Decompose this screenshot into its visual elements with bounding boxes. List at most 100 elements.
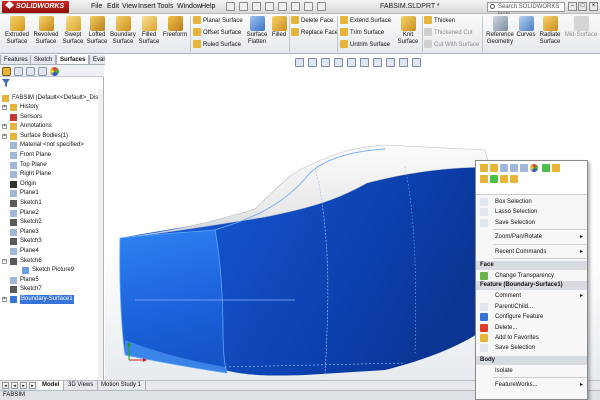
knit-surface-button[interactable]: Knit Surface	[396, 16, 420, 46]
trim-surface-button[interactable]: Trim Surface	[340, 28, 384, 38]
normal-to-icon[interactable]	[542, 164, 550, 172]
radiate-surface-button[interactable]: Radiate Surface	[537, 16, 563, 46]
tab-sketch[interactable]: Sketch	[30, 55, 57, 65]
tree-item-right-plane[interactable]: Right Plane	[0, 170, 98, 179]
menu-item-box-selection[interactable]: Box Selection	[476, 197, 587, 207]
restore-button[interactable]: □	[578, 2, 587, 11]
tree-item-plane2[interactable]: Plane2	[0, 209, 98, 218]
menu-item-save-selection[interactable]: Save Selection	[476, 343, 587, 353]
rollback-icon[interactable]	[520, 164, 528, 172]
suppress-icon[interactable]	[490, 164, 498, 172]
filled-button[interactable]: Filled	[270, 16, 288, 39]
mid-surface-button[interactable]: Mid-Surface	[564, 16, 598, 39]
menu-item-lasso-selection[interactable]: Lasso Selection	[476, 207, 587, 217]
expand-toggle-icon[interactable]: +	[2, 297, 7, 302]
expand-toggle-icon[interactable]: +	[2, 105, 7, 110]
menu-help[interactable]: Help	[201, 3, 215, 10]
surface-flatten-button[interactable]: Surface Flatten	[244, 16, 270, 46]
undo-icon[interactable]	[278, 2, 287, 11]
tree-scrollbar[interactable]	[98, 89, 103, 379]
tree-item-sketch2[interactable]: Sketch2	[0, 218, 98, 227]
tree-item-sketch-picture9[interactable]: Sketch Picture9	[0, 266, 98, 275]
menu-item-zoom-pan-rotate[interactable]: Zoom/Pan/Rotate ▸	[476, 232, 587, 242]
tree-item-sketch6[interactable]: − Sketch6	[0, 257, 98, 266]
select-other-icon[interactable]	[490, 175, 498, 183]
tab-model[interactable]: Model	[38, 381, 65, 390]
options-icon[interactable]	[317, 2, 326, 11]
tree-item-annotations[interactable]: + Annotations	[0, 122, 98, 131]
first-tab-icon[interactable]: ◂	[2, 382, 9, 389]
tree-item-history[interactable]: + History	[0, 103, 98, 112]
menu-item-configure-feature[interactable]: Configure Feature	[476, 312, 587, 322]
minimize-button[interactable]: –	[568, 2, 577, 11]
new-icon[interactable]	[226, 2, 235, 11]
rebuild-icon[interactable]	[304, 2, 313, 11]
menu-file[interactable]: File	[91, 3, 102, 10]
tree-item-surface-bodies-1[interactable]: + Surface Bodies(1)	[0, 132, 98, 141]
reference-geometry-button[interactable]: Reference Geometry	[485, 16, 515, 46]
edit-feature-icon[interactable]	[480, 164, 488, 172]
appearance-icon[interactable]	[530, 164, 538, 172]
tree-item-boundary-surface1[interactable]: + Boundary-Surface1	[0, 295, 98, 304]
tab-features[interactable]: Features	[0, 55, 32, 65]
menu-tools[interactable]: Tools	[157, 3, 173, 10]
tree-item-material-not-specified[interactable]: Material <not specified>	[0, 141, 98, 150]
extend-surface-button[interactable]: Extend Surface	[340, 16, 391, 26]
tree-item-sketch3[interactable]: Sketch3	[0, 237, 98, 246]
select-icon[interactable]	[291, 2, 300, 11]
revolved-surface-button[interactable]: Revolved Surface	[32, 16, 60, 46]
isolate-icon[interactable]	[510, 164, 518, 172]
tree-item-plane4[interactable]: Plane4	[0, 247, 98, 256]
offset-surface-button[interactable]: Offset Surface	[193, 28, 241, 38]
lofted-surface-button[interactable]: Lofted Surface	[85, 16, 109, 46]
measure-icon[interactable]	[500, 175, 508, 183]
hide-icon[interactable]	[500, 164, 508, 172]
planar-surface-button[interactable]: Planar Surface	[193, 16, 243, 26]
replace-face-button[interactable]: Replace Face	[291, 28, 338, 38]
sketch-icon[interactable]	[480, 175, 488, 183]
menu-window[interactable]: Window	[177, 3, 202, 10]
configuration-manager-icon[interactable]	[26, 67, 35, 76]
swept-surface-button[interactable]: Swept Surface	[61, 16, 85, 46]
freeform-button[interactable]: Freeform	[162, 16, 188, 39]
menu-item-featureworks[interactable]: FeatureWorks... ▸	[476, 380, 587, 390]
display-manager-icon[interactable]	[50, 67, 59, 76]
filled-surface-button[interactable]: Filled Surface	[137, 16, 161, 46]
tree-root[interactable]: FABSIM (Default<<Default>_Displ	[0, 94, 103, 103]
delete-face-button[interactable]: Delete Face	[291, 16, 333, 26]
menu-item-add-to-favorites[interactable]: Add to Favorites	[476, 333, 587, 343]
tree-item-front-plane[interactable]: Front Plane	[0, 151, 98, 160]
solidworks-logo[interactable]: SOLIDWORKS	[2, 1, 70, 13]
untrim-surface-button[interactable]: Untrim Surface	[340, 40, 390, 50]
tree-item-sketch7[interactable]: Sketch7	[0, 285, 98, 294]
menu-item-recent-commands[interactable]: Recent Commands ▸	[476, 247, 587, 257]
tree-item-plane5[interactable]: Plane5	[0, 276, 98, 285]
save-icon[interactable]	[252, 2, 261, 11]
prev-tab-icon[interactable]: ◂	[11, 382, 18, 389]
menu-item-delete[interactable]: Delete...	[476, 323, 587, 333]
tree-item-sensors[interactable]: Sensors	[0, 113, 98, 122]
menu-item-change-transparency[interactable]: Change Transparency	[476, 271, 587, 281]
thickened-cut-button[interactable]: Thickened Cut	[424, 28, 473, 38]
cut-with-surface-button[interactable]: Cut With Surface	[424, 40, 479, 50]
curves-button[interactable]: Curves	[516, 16, 536, 39]
tree-item-sketch1[interactable]: Sketch1	[0, 199, 98, 208]
tab-surfaces[interactable]: Surfaces	[56, 55, 90, 65]
zoom-selection-icon[interactable]	[552, 164, 560, 172]
property-manager-icon[interactable]	[14, 67, 23, 76]
open-icon[interactable]	[239, 2, 248, 11]
menu-edit[interactable]: Edit	[107, 3, 119, 10]
ruled-surface-button[interactable]: Ruled Surface	[193, 40, 241, 50]
menu-view[interactable]: View	[122, 3, 137, 10]
expand-toggle-icon[interactable]: −	[2, 258, 7, 264]
tab-motion-study[interactable]: Motion Study 1	[97, 381, 147, 390]
tree-item-plane3[interactable]: Plane3	[0, 228, 98, 237]
menu-item-isolate[interactable]: Isolate	[476, 366, 587, 376]
menu-item-parent-child[interactable]: Parent/Child...	[476, 302, 587, 312]
next-tab-icon[interactable]: ▸	[20, 382, 27, 389]
tab-3d-views[interactable]: 3D Views	[64, 381, 99, 390]
tree-item-origin[interactable]: Origin	[0, 180, 98, 189]
extruded-surface-button[interactable]: Extruded Surface	[3, 16, 31, 46]
tree-item-top-plane[interactable]: Top Plane	[0, 161, 98, 170]
menu-insert[interactable]: Insert	[138, 3, 156, 10]
